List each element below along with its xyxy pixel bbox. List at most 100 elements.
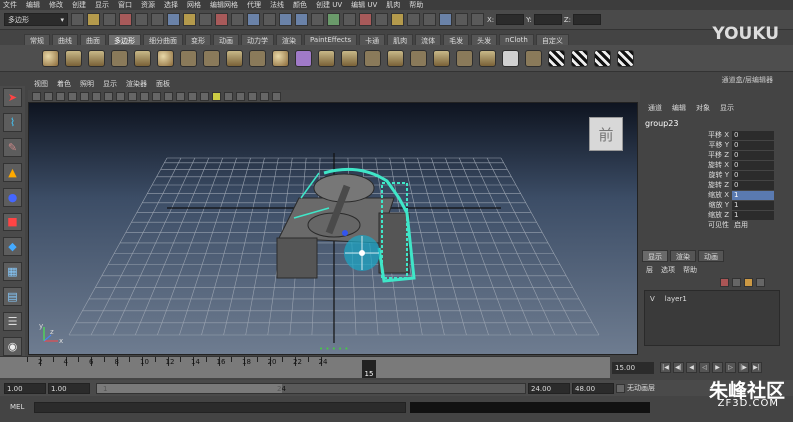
attr-value-selected[interactable]: 1 (732, 190, 774, 200)
command-input[interactable] (34, 401, 406, 413)
smooth-shade-icon[interactable] (176, 91, 185, 101)
mask-joint-icon[interactable] (183, 13, 196, 26)
high-quality-icon[interactable] (260, 91, 269, 101)
playback-end-field[interactable]: 24.00 (528, 382, 570, 394)
layer-menu-layers[interactable]: 层 (646, 265, 653, 275)
split-polygon-icon[interactable] (479, 49, 496, 67)
vp-menu-shading[interactable]: 着色 (57, 79, 71, 89)
menu-mesh[interactable]: 网格 (187, 0, 201, 10)
menu-proxy[interactable]: 代理 (247, 0, 261, 10)
mask-curve-icon[interactable] (199, 13, 212, 26)
snap-point-icon[interactable] (311, 13, 324, 26)
platonic-icon[interactable] (295, 49, 312, 67)
layout-outliner-icon[interactable]: ☰ (3, 312, 22, 332)
shadows-icon[interactable] (224, 91, 233, 101)
perspective-viewport[interactable]: y x z • • • • • 前 (28, 102, 638, 355)
shelf-tab[interactable]: 渲染 (276, 34, 302, 45)
shelf-tab[interactable]: 毛发 (443, 34, 470, 45)
shelf-tab[interactable]: 流体 (415, 34, 442, 45)
history-icon[interactable] (343, 13, 356, 26)
poly-cylinder-icon[interactable] (88, 49, 105, 67)
vp-menu-panels[interactable]: 面板 (156, 79, 170, 89)
wireframe-on-shaded-icon[interactable] (188, 91, 197, 101)
shelf-tab[interactable]: nCloth (499, 34, 534, 45)
xray-icon[interactable] (236, 91, 245, 101)
cb-menu-channels[interactable]: 通道 (648, 103, 662, 113)
bridge-icon[interactable] (410, 49, 427, 67)
vp-menu-renderer[interactable]: 渲染器 (126, 79, 147, 89)
save-scene-icon[interactable] (103, 13, 116, 26)
current-time-field[interactable]: 15.00 (612, 362, 654, 374)
shelf-tab[interactable]: 曲线 (52, 34, 78, 45)
new-layer-selected-icon[interactable] (732, 278, 741, 287)
menu-normals[interactable]: 法线 (270, 0, 284, 10)
textured-icon[interactable] (200, 91, 209, 101)
layout-single-icon[interactable]: ▦ (3, 262, 22, 282)
poly-helix-icon[interactable] (249, 49, 266, 67)
poly-torus-icon[interactable] (157, 49, 174, 67)
merge-icon[interactable] (525, 49, 542, 67)
field-chart-icon[interactable] (128, 91, 137, 101)
safe-title-icon[interactable] (152, 91, 161, 101)
shelf-tab[interactable]: 细分曲面 (143, 34, 183, 45)
menu-muscle[interactable]: 肌肉 (386, 0, 400, 10)
use-all-lights-icon[interactable] (212, 91, 221, 101)
shelf-tab[interactable]: 动力学 (241, 34, 274, 45)
select-component-icon[interactable] (151, 13, 164, 26)
poly-cone-icon[interactable] (111, 49, 128, 67)
shelf-tab[interactable]: 常规 (24, 34, 50, 45)
attr-value[interactable]: 0 (732, 170, 774, 180)
layer-visibility[interactable]: V (650, 295, 655, 303)
snap-plane-icon[interactable] (327, 13, 340, 26)
select-hierarchy-icon[interactable] (119, 13, 132, 26)
shelf-tab[interactable]: 卡通 (359, 34, 386, 45)
attr-value[interactable]: 0 (732, 130, 774, 140)
open-scene-icon[interactable] (87, 13, 100, 26)
poly-prism-icon[interactable] (180, 49, 197, 67)
safe-action-icon[interactable] (140, 91, 149, 101)
gate-mask-icon[interactable] (116, 91, 125, 101)
mel-label[interactable]: MEL (10, 403, 30, 411)
menu-edit-uv[interactable]: 编辑 UV (351, 0, 377, 10)
attribute-editor-icon[interactable] (471, 13, 484, 26)
select-tool-icon[interactable]: ➤ (3, 88, 22, 107)
layer-row[interactable]: V layer1 (645, 291, 779, 307)
shelf-tab[interactable]: 变形 (185, 34, 211, 45)
mask-render-icon[interactable] (263, 13, 276, 26)
ipr-render-icon[interactable] (391, 13, 404, 26)
shelf-tab[interactable]: 肌肉 (387, 34, 414, 45)
cylindrical-uv-icon[interactable] (617, 49, 634, 67)
menu-modify[interactable]: 修改 (49, 0, 63, 10)
current-frame-marker[interactable]: 15 (362, 360, 376, 378)
attr-value[interactable]: 1 (732, 200, 774, 210)
layer-tab-anim[interactable]: 动画 (698, 250, 724, 262)
mode-selector[interactable]: 多边形 ▾ (4, 13, 68, 26)
separate-icon[interactable] (341, 49, 358, 67)
view-cube[interactable]: 前 (589, 117, 623, 151)
rotate-tool-icon[interactable]: ● (3, 187, 22, 207)
camera-attr-icon[interactable] (44, 91, 53, 101)
snap-grid-icon[interactable] (279, 13, 292, 26)
menu-display[interactable]: 显示 (95, 0, 109, 10)
insert-edge-loop-icon[interactable] (456, 49, 473, 67)
render-frame-icon[interactable] (375, 13, 388, 26)
go-to-start-icon[interactable]: |◀ (660, 362, 671, 373)
move-tool-icon[interactable]: ▲ (3, 162, 22, 182)
wireframe-icon[interactable] (164, 91, 173, 101)
render-settings-icon[interactable] (407, 13, 420, 26)
append-polygon-icon[interactable] (433, 49, 450, 67)
grid-toggle-icon[interactable] (80, 91, 89, 101)
input-line-icon[interactable] (423, 13, 436, 26)
play-back-icon[interactable]: ◁ (699, 362, 710, 373)
shelf-tab[interactable]: PaintEffects (304, 34, 358, 45)
layer-delete-icon[interactable] (756, 278, 765, 287)
shelf-tab[interactable]: 动画 (213, 34, 239, 45)
vp-menu-view[interactable]: 视图 (34, 79, 48, 89)
menu-create-uv[interactable]: 创建 UV (316, 0, 342, 10)
poly-plane-icon[interactable] (134, 49, 151, 67)
extrude-icon[interactable] (387, 49, 404, 67)
channel-box-icon[interactable] (455, 13, 468, 26)
resolution-gate-icon[interactable] (104, 91, 113, 101)
mask-deform-icon[interactable] (231, 13, 244, 26)
layer-tab-render[interactable]: 渲染 (670, 250, 696, 262)
